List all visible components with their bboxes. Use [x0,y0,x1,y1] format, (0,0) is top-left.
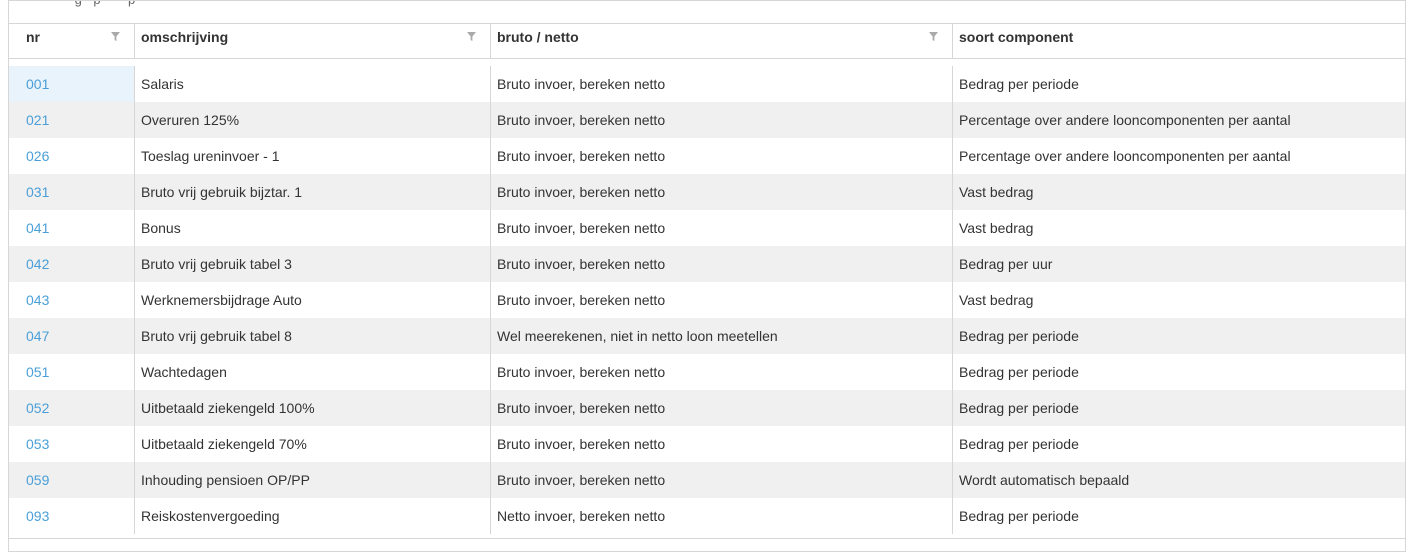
filter-icon[interactable] [926,29,940,43]
nr-link[interactable]: 093 [9,498,134,534]
bruto-netto-cell: Bruto invoer, bereken netto [490,66,952,102]
soort-component-cell: Bedrag per periode [952,354,1405,390]
truncated-caption: - - - - - - - g - p - - - p - - [19,1,151,8]
nr-link[interactable]: 041 [9,210,134,246]
bruto-netto-cell: Bruto invoer, bereken netto [490,174,952,210]
omschrijving-cell: Bonus [134,210,490,246]
nr-link[interactable]: 043 [9,282,134,318]
filter-icon[interactable] [464,29,478,43]
nr-link[interactable]: 021 [9,102,134,138]
column-header-omschrijving[interactable]: omschrijving [134,24,490,58]
table-row[interactable]: 021 Overuren 125% Bruto invoer, bereken ne… [9,102,1405,138]
bruto-netto-cell: Netto invoer, bereken netto [490,498,952,534]
omschrijving-cell: Wachtedagen [134,354,490,390]
table-row[interactable]: 026 Toeslag ureninvoer - 1 Bruto invoer, b… [9,138,1405,174]
bruto-netto-cell: Bruto invoer, bereken netto [490,102,952,138]
column-header-label: omschrijving [141,29,229,45]
soort-component-cell: Percentage over andere looncomponenten p… [952,138,1405,174]
omschrijving-cell: Bruto vrij gebruik tabel 3 [134,246,490,282]
omschrijving-cell: Bruto vrij gebruik tabel 8 [134,318,490,354]
table-row[interactable]: 053 Uitbetaald ziekengeld 70% Bruto invoer… [9,426,1405,462]
omschrijving-cell: Werknemersbijdrage Auto [134,282,490,318]
table-row[interactable]: 051 Wachtedagen Bruto invoer, bereken nett… [9,354,1405,390]
omschrijving-cell: Bruto vrij gebruik bijztar. 1 [134,174,490,210]
table-row[interactable]: 093 Reiskostenvergoeding Netto invoer, ber… [9,498,1405,534]
column-header-label: bruto / netto [497,29,579,45]
table-row[interactable]: 047 Bruto vrij gebruik tabel 8 Wel meereke… [9,318,1405,354]
bruto-netto-cell: Bruto invoer, bereken netto [490,282,952,318]
table-header: nr omschrijving bruto / netto soort comp… [9,23,1405,59]
table-body: 001 Salaris Bruto invoer, bereken netto Bed… [9,66,1405,534]
table-row[interactable]: 043 Werknemersbijdrage Auto Bruto invoer, … [9,282,1405,318]
omschrijving-cell: Uitbetaald ziekengeld 70% [134,426,490,462]
filter-icon[interactable] [108,29,122,43]
nr-link[interactable]: 042 [9,246,134,282]
omschrijving-cell: Overuren 125% [134,102,490,138]
component-table: - - - - - - - g - p - - - p - - nr omsch… [8,0,1406,552]
soort-component-cell: Vast bedrag [952,282,1405,318]
soort-component-cell: Bedrag per periode [952,498,1405,534]
bruto-netto-cell: Bruto invoer, bereken netto [490,354,952,390]
column-header-bruto-netto[interactable]: bruto / netto [490,24,952,58]
bruto-netto-cell: Bruto invoer, bereken netto [490,210,952,246]
omschrijving-cell: Inhouding pensioen OP/PP [134,462,490,498]
nr-link[interactable]: 026 [9,138,134,174]
nr-link[interactable]: 001 [9,66,134,102]
nr-link[interactable]: 051 [9,354,134,390]
omschrijving-cell: Toeslag ureninvoer - 1 [134,138,490,174]
bruto-netto-cell: Bruto invoer, bereken netto [490,138,952,174]
bruto-netto-cell: Bruto invoer, bereken netto [490,426,952,462]
table-row[interactable]: 041 Bonus Bruto invoer, bereken netto Vast … [9,210,1405,246]
soort-component-cell: Bedrag per periode [952,390,1405,426]
column-header-label: soort component [959,29,1074,45]
table-row[interactable]: 042 Bruto vrij gebruik tabel 3 Bruto invoe… [9,246,1405,282]
nr-link[interactable]: 047 [9,318,134,354]
nr-link[interactable]: 031 [9,174,134,210]
omschrijving-cell: Salaris [134,66,490,102]
omschrijving-cell: Uitbetaald ziekengeld 100% [134,390,490,426]
soort-component-cell: Wordt automatisch bepaald [952,462,1405,498]
soort-component-cell: Bedrag per periode [952,318,1405,354]
bruto-netto-cell: Bruto invoer, bereken netto [490,246,952,282]
bruto-netto-cell: Bruto invoer, bereken netto [490,390,952,426]
soort-component-cell: Vast bedrag [952,174,1405,210]
bruto-netto-cell: Bruto invoer, bereken netto [490,462,952,498]
soort-component-cell: Bedrag per periode [952,66,1405,102]
soort-component-cell: Bedrag per periode [952,426,1405,462]
table-footer [9,538,1405,551]
nr-link[interactable]: 059 [9,462,134,498]
table-row[interactable]: 031 Bruto vrij gebruik bijztar. 1 Bruto in… [9,174,1405,210]
column-header-label: nr [26,29,40,45]
nr-link[interactable]: 052 [9,390,134,426]
omschrijving-cell: Reiskostenvergoeding [134,498,490,534]
table-row[interactable]: 052 Uitbetaald ziekengeld 100% Bruto invoe… [9,390,1405,426]
column-header-soort-component[interactable]: soort component [952,24,1405,58]
column-header-nr[interactable]: nr [9,24,134,58]
soort-component-cell: Vast bedrag [952,210,1405,246]
table-row[interactable]: 001 Salaris Bruto invoer, bereken netto Bed… [9,66,1405,102]
nr-link[interactable]: 053 [9,426,134,462]
bruto-netto-cell: Wel meerekenen, niet in netto loon meete… [490,318,952,354]
soort-component-cell: Percentage over andere looncomponenten p… [952,102,1405,138]
soort-component-cell: Bedrag per uur [952,246,1405,282]
table-row[interactable]: 059 Inhouding pensioen OP/PP Bruto invoer,… [9,462,1405,498]
